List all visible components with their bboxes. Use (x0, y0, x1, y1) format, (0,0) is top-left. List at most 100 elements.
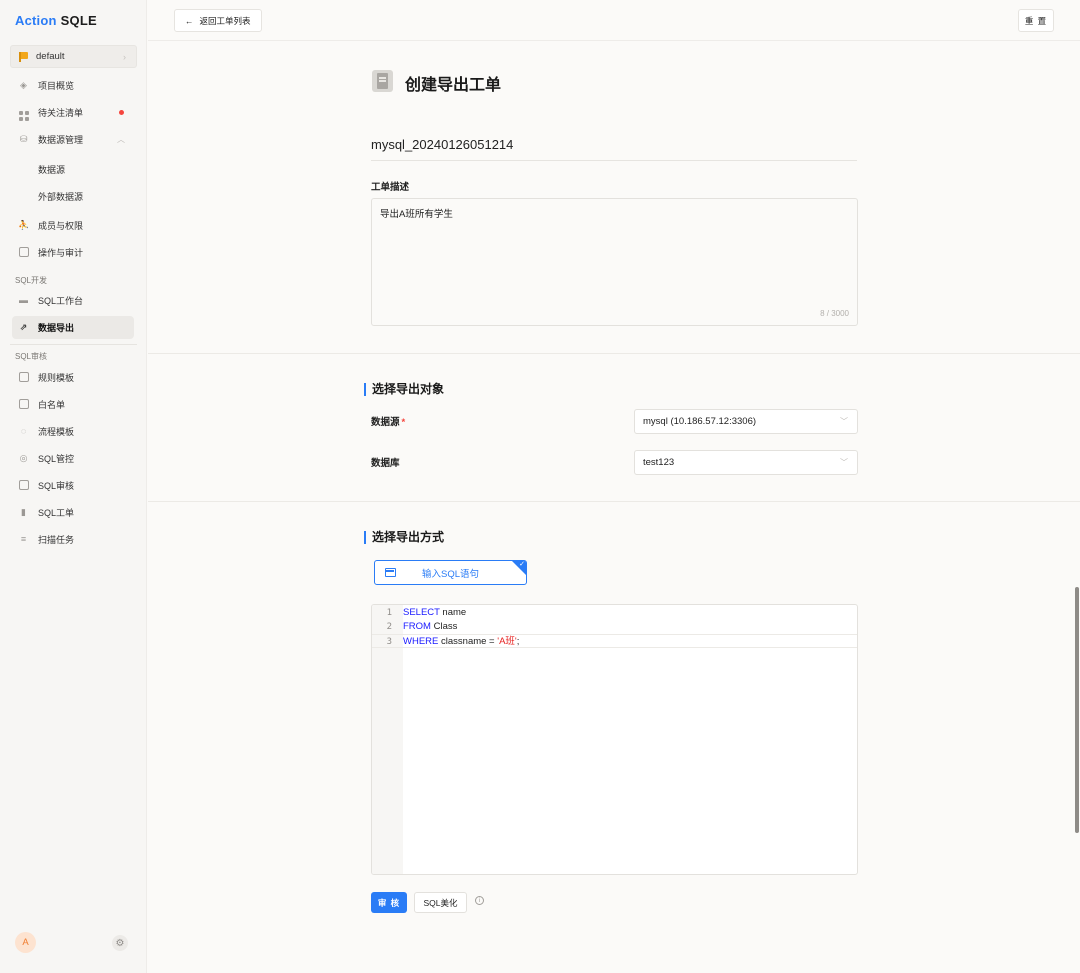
sql-keyword: SELECT (403, 607, 440, 618)
members-icon: ⛹ (18, 220, 30, 230)
sidebar-item-sql-workorder[interactable]: ▮ SQL工单 (12, 501, 134, 524)
page-title: 创建导出工单 (405, 77, 502, 94)
sidebar-item-rule-template[interactable]: 规则模板 (12, 366, 134, 389)
dashboard-icon (18, 107, 29, 121)
sql-text: name (439, 607, 467, 618)
sidebar-item-label: 扫描任务 (38, 535, 75, 545)
sidebar-item-datasource-mgmt[interactable]: ⛁ 数据源管理 ︿ (12, 128, 134, 151)
sidebar-item-scan-task[interactable]: ≡ 扫描任务 (12, 528, 134, 551)
required-mark: * (401, 417, 406, 428)
reset-button[interactable]: 重 置 (1018, 9, 1054, 32)
code-text: FROM Class (403, 620, 457, 634)
sidebar-item-audit-log[interactable]: 操作与审计 (12, 241, 134, 264)
database-value: test123 (643, 457, 675, 468)
notification-dot (119, 110, 124, 115)
main-content: 创建导出工单 mysql_20240126051214 工单描述 导出A班所有学… (148, 41, 1080, 973)
sql-string: 'A班' (497, 636, 517, 647)
description-label: 工单描述 (371, 182, 410, 193)
workflow-icon: ◌ (20, 426, 27, 436)
sidebar: Action SQLE default › ◈ 项目概览 待关注清单 ⛁ 数据源管… (0, 0, 147, 973)
line-number: 1 (386, 608, 392, 618)
code-text: WHERE classname = 'A班'; (403, 635, 519, 649)
sidebar-item-label: 待关注清单 (38, 108, 84, 118)
avatar[interactable]: A (15, 932, 36, 953)
brand-part1: Action (15, 13, 57, 28)
sidebar-item-sql-control[interactable]: ◎ SQL管控 (12, 447, 134, 470)
back-to-list-button[interactable]: ← 返回工单列表 (174, 9, 262, 32)
sql-text: Class (430, 621, 458, 632)
sidebar-item-label: 成员与权限 (38, 221, 84, 231)
sidebar-item-external-datasource[interactable]: 外部数据源 (12, 185, 134, 208)
datasource-select[interactable]: mysql (10.186.57.12:3306) ﹀ (634, 409, 858, 434)
sidebar-item-label: 白名单 (38, 400, 66, 410)
sql-audit-icon (18, 480, 29, 491)
database-select[interactable]: test123 ﹀ (634, 450, 858, 475)
export-method-label: 输入SQL语句 (421, 568, 479, 580)
audit-button[interactable]: 审 核 (371, 892, 407, 913)
sidebar-item-members[interactable]: ⛹ 成员与权限 (12, 214, 134, 237)
datasource-label: 数据源 * (371, 414, 405, 428)
audit-log-icon (18, 247, 29, 258)
section-title-export-method: 选择导出方式 (364, 531, 444, 544)
sidebar-item-project-overview[interactable]: ◈ 项目概览 (12, 74, 134, 97)
project-selector[interactable]: default › (10, 45, 137, 68)
database-icon: ⛁ (19, 134, 28, 144)
datasource-label-text: 数据源 (371, 417, 400, 428)
section-label-sql-audit: SQL审核 (15, 352, 48, 361)
sql-keyword: FROM (403, 621, 431, 632)
sidebar-item-label: SQL管控 (38, 454, 75, 464)
line-number: 3 (386, 637, 392, 647)
sidebar-item-label: 操作与审计 (38, 248, 84, 258)
line-number: 2 (386, 622, 392, 632)
database-label: 数据库 (371, 458, 400, 469)
sidebar-item-label: 数据源 (38, 165, 66, 175)
sidebar-item-label: SQL工单 (38, 508, 75, 518)
section-title-export-object: 选择导出对象 (364, 383, 444, 396)
flag-icon (19, 52, 29, 62)
code-line: 2 FROM Class (372, 620, 857, 634)
section-divider (148, 501, 1080, 502)
sidebar-item-watchlist[interactable]: 待关注清单 (12, 101, 134, 124)
sidebar-item-sql-workbench[interactable]: ▬ SQL工作台 (12, 289, 134, 312)
arrow-left-icon: ← (185, 15, 194, 26)
sql-text: ; (516, 636, 520, 647)
gear-icon[interactable]: ⚙ (112, 935, 128, 951)
char-counter: 8 / 3000 (820, 309, 849, 318)
clipboard-icon (372, 70, 393, 92)
project-name: default (36, 51, 65, 62)
info-icon[interactable]: i (475, 896, 484, 905)
code-line: 1 SELECT name (372, 606, 857, 620)
export-method-sql-card[interactable]: 输入SQL语句 ✓ (374, 560, 527, 585)
sidebar-item-workflow-template[interactable]: ◌ 流程模板 (12, 420, 134, 443)
sidebar-item-label: 项目概览 (38, 81, 75, 91)
section-label-sql-dev: SQL开发 (15, 276, 48, 285)
code-line-current: 3 WHERE classname = 'A班'; (372, 634, 857, 648)
brand-part2: SQLE (60, 13, 97, 28)
sidebar-item-label: 外部数据源 (38, 192, 84, 202)
sidebar-item-label: SQL审核 (38, 481, 75, 491)
scrollbar[interactable] (1075, 587, 1079, 833)
app-logo[interactable]: Action SQLE (15, 13, 97, 28)
sidebar-item-whitelist[interactable]: 白名单 (12, 393, 134, 416)
check-icon: ✓ (519, 561, 525, 568)
chevron-down-icon: ﹀ (840, 458, 848, 467)
sidebar-item-label: 数据源管理 (38, 135, 84, 145)
clipboard-icon: ▮ (21, 507, 26, 517)
sidebar-item-sql-audit[interactable]: SQL审核 (12, 474, 134, 497)
fingerprint-icon: ◎ (19, 453, 28, 463)
sql-editor[interactable]: 1 SELECT name 2 FROM Class 3 WHERE class… (371, 604, 858, 875)
description-value: 导出A班所有学生 (380, 209, 453, 220)
top-bar: ← 返回工单列表 重 置 (148, 0, 1080, 41)
chevron-up-icon: ︿ (117, 135, 125, 144)
sql-beautify-button[interactable]: SQL美化 (414, 892, 467, 913)
description-textarea[interactable]: 导出A班所有学生 8 / 3000 (371, 198, 858, 326)
sidebar-divider (10, 344, 137, 345)
cube-icon: ◈ (20, 80, 27, 90)
sql-keyword: WHERE (403, 636, 439, 647)
sidebar-item-label: 流程模板 (38, 427, 75, 437)
sidebar-item-datasource[interactable]: 数据源 (12, 158, 134, 181)
list-icon: ≡ (20, 534, 27, 544)
sidebar-item-data-export[interactable]: ⇗ 数据导出 (12, 316, 134, 339)
workorder-name-input[interactable]: mysql_20240126051214 (371, 137, 857, 161)
code-text: SELECT name (403, 606, 466, 620)
